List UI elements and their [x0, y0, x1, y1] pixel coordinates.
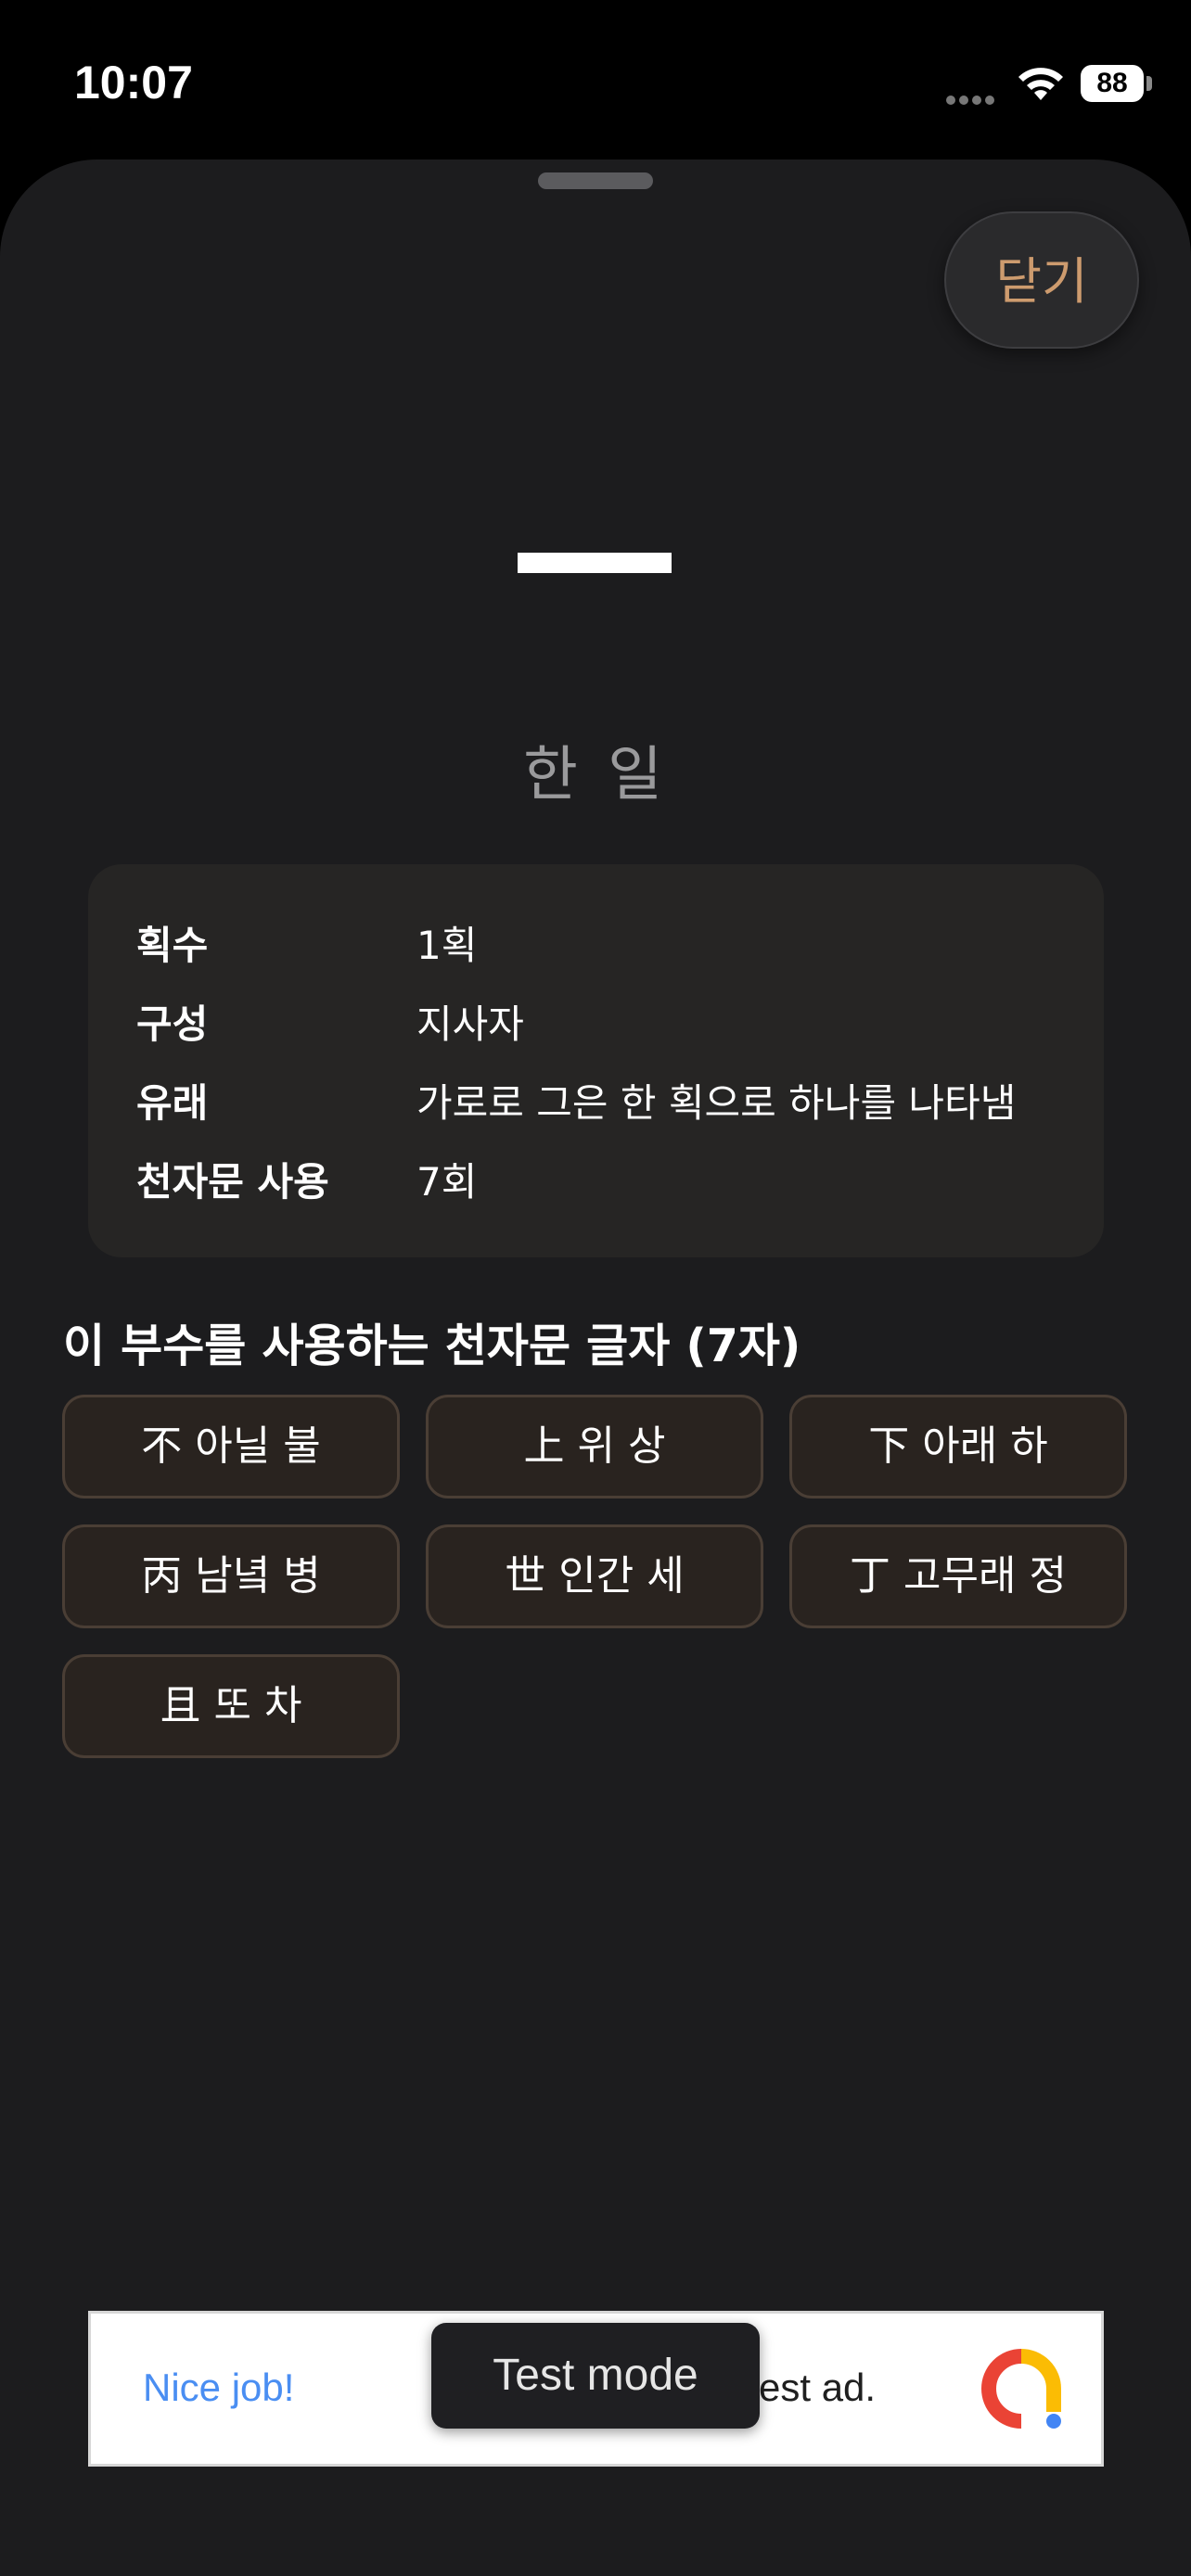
signal-dots-icon: [946, 91, 998, 108]
ad-text-left: Nice job!: [143, 2366, 295, 2409]
info-card: 획수 1획 구성 지사자 유래 가로로 그은 한 획으로 하나를 나타냄 천자문…: [88, 864, 1104, 1257]
info-label: 천자문 사용: [136, 1159, 329, 1205]
admob-logo-icon: [980, 2349, 1061, 2429]
info-value: 가로로 그은 한 획으로 하나를 나타냄: [416, 1080, 1017, 1126]
info-value: 지사자: [416, 1001, 524, 1047]
battery-charging-icon: 88: [1081, 65, 1144, 102]
info-value: 7회: [416, 1159, 478, 1205]
test-mode-toast: Test mode: [431, 2323, 760, 2429]
hanja-meaning: 한 일: [522, 741, 669, 810]
info-label: 유래: [136, 1080, 209, 1126]
character-chip[interactable]: 丁 고무래 정: [789, 1524, 1127, 1628]
detail-sheet: 닫기 한 일 획수 1획 구성 지사자 유래 가로로 그은 한 획으로 하나를 …: [0, 159, 1191, 2576]
character-chip[interactable]: 上 위 상: [426, 1395, 763, 1498]
character-chip[interactable]: 不 아닐 불: [62, 1395, 400, 1498]
section-title: 이 부수를 사용하는 천자문 글자 (7자): [63, 1320, 801, 1372]
hanja-glyph-one: [518, 553, 672, 573]
sheet-grabber[interactable]: [538, 172, 653, 189]
close-button[interactable]: 닫기: [944, 211, 1139, 349]
character-chip[interactable]: 世 인간 세: [426, 1524, 763, 1628]
info-label: 획수: [136, 923, 209, 968]
status-time: 10:07: [74, 57, 193, 108]
character-chip[interactable]: 丙 남녘 병: [62, 1524, 400, 1628]
info-value: 1획: [416, 923, 478, 968]
info-label: 구성: [136, 1001, 209, 1047]
battery-nub: [1146, 76, 1152, 91]
character-chip[interactable]: 且 또 차: [62, 1654, 400, 1758]
battery-level: 88: [1096, 68, 1128, 98]
wifi-icon: [1018, 68, 1063, 100]
ad-text-right: est ad.: [759, 2366, 877, 2409]
character-chip[interactable]: 下 아래 하: [789, 1395, 1127, 1498]
status-bar: 10:07 88: [0, 0, 1191, 158]
